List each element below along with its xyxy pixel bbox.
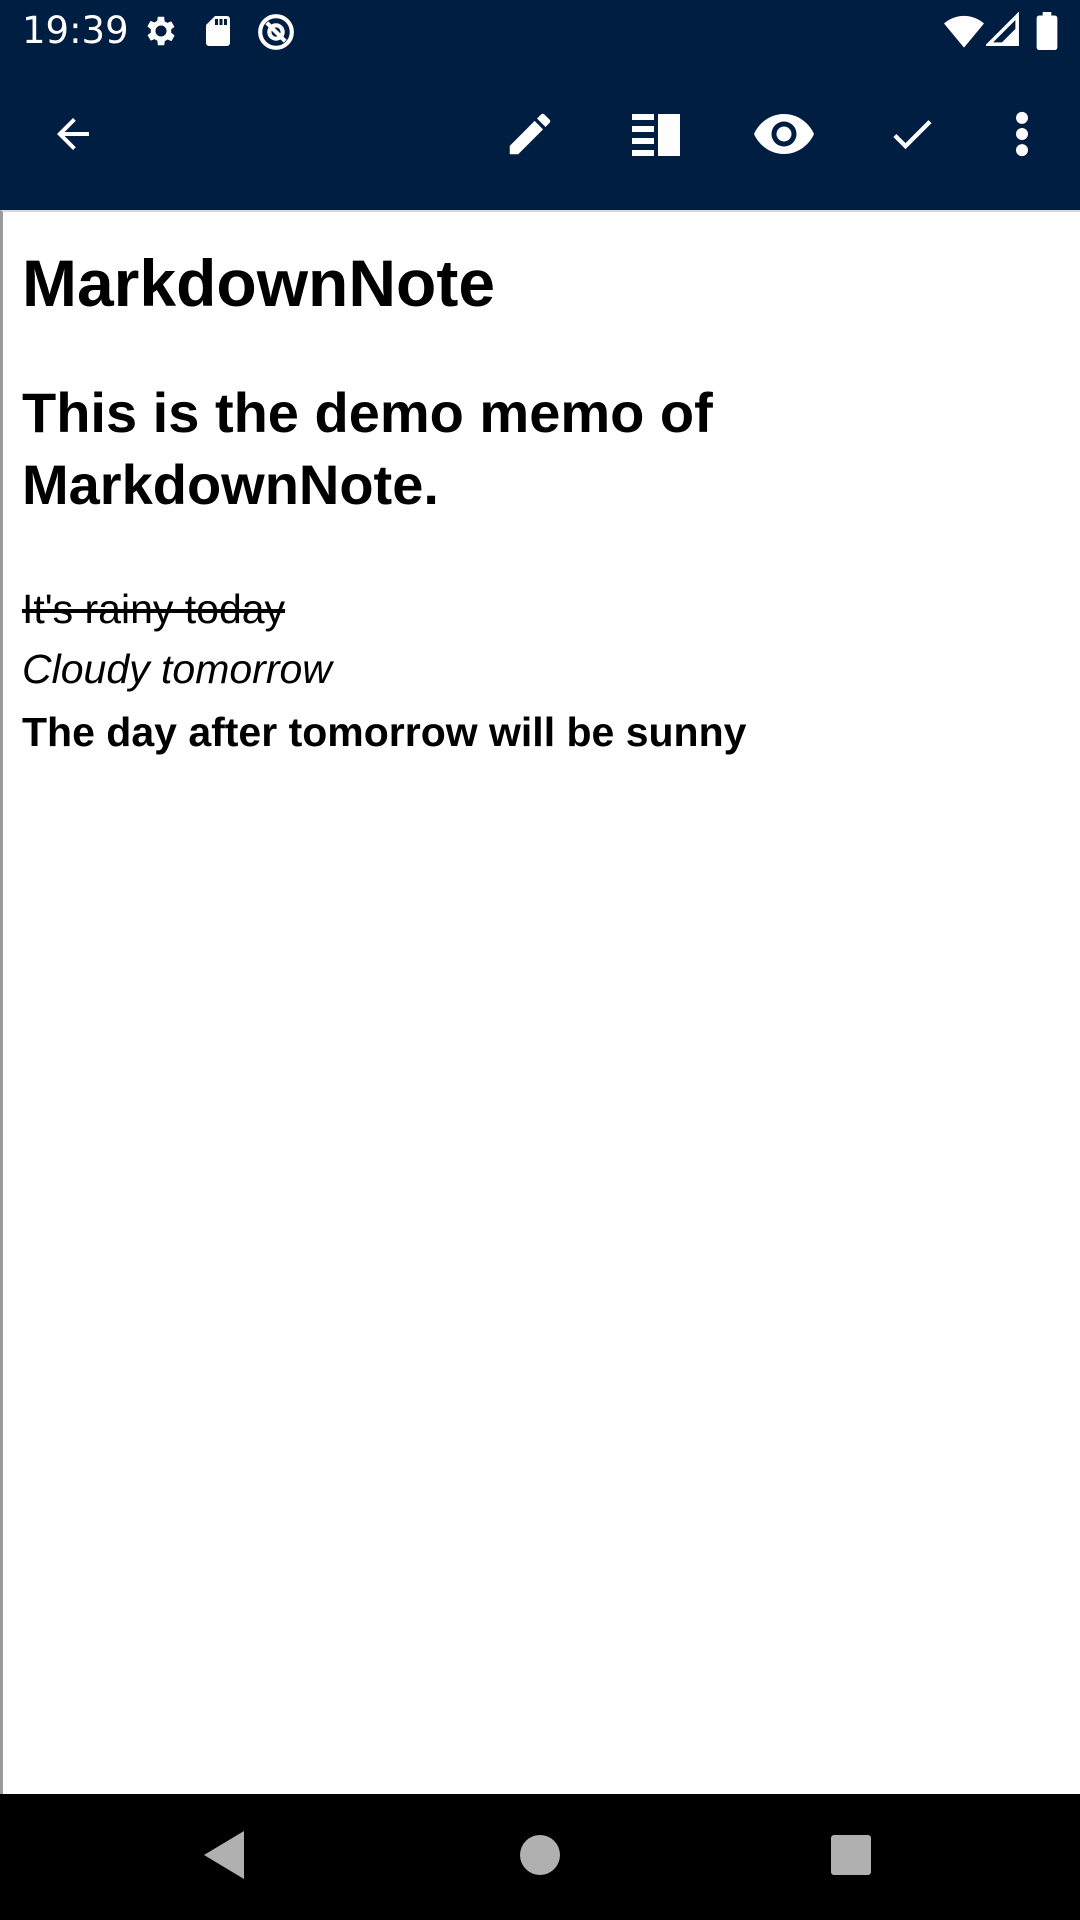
- nav-recents-button[interactable]: [771, 1794, 931, 1920]
- sd-card-icon: [200, 12, 236, 55]
- back-button[interactable]: [13, 63, 133, 210]
- note-preview[interactable]: MarkdownNote This is the demo memo of Ma…: [0, 210, 1080, 1794]
- split-view-button[interactable]: [597, 63, 717, 210]
- strikethrough-text: It's rainy today: [22, 586, 286, 632]
- edit-button[interactable]: [470, 63, 590, 210]
- bold-text: The day after tomorrow will be sunny: [22, 709, 747, 755]
- nav-home-icon: [520, 1834, 560, 1880]
- check-icon: [886, 108, 938, 165]
- app-bar: [0, 63, 1080, 210]
- italic-text: Cloudy tomorrow: [22, 646, 332, 692]
- more-options-button[interactable]: [962, 63, 1080, 210]
- note-heading-1: MarkdownNote: [22, 246, 496, 320]
- battery-icon: [1036, 12, 1058, 55]
- split-view-icon: [632, 112, 682, 161]
- preview-button[interactable]: [724, 63, 844, 210]
- note-heading-2: This is the demo memo of MarkdownNote.: [22, 381, 713, 516]
- preview-eye-icon: [754, 113, 814, 160]
- edit-pencil-icon: [503, 107, 557, 166]
- settings-icon: [142, 12, 180, 55]
- more-vert-icon: [1015, 111, 1029, 162]
- nav-back-icon: [204, 1830, 248, 1884]
- back-arrow-icon: [49, 110, 97, 163]
- at-sign-icon: [256, 12, 296, 57]
- wifi-icon: [944, 14, 984, 53]
- status-bar: 19:39: [0, 0, 1080, 63]
- nav-back-button[interactable]: [146, 1794, 306, 1920]
- nav-recents-icon: [831, 1834, 871, 1880]
- save-check-button[interactable]: [852, 63, 972, 210]
- status-time: 19:39: [22, 9, 129, 52]
- signal-icon: [984, 11, 1020, 53]
- nav-home-button[interactable]: [460, 1794, 620, 1920]
- navigation-bar: [0, 1794, 1080, 1920]
